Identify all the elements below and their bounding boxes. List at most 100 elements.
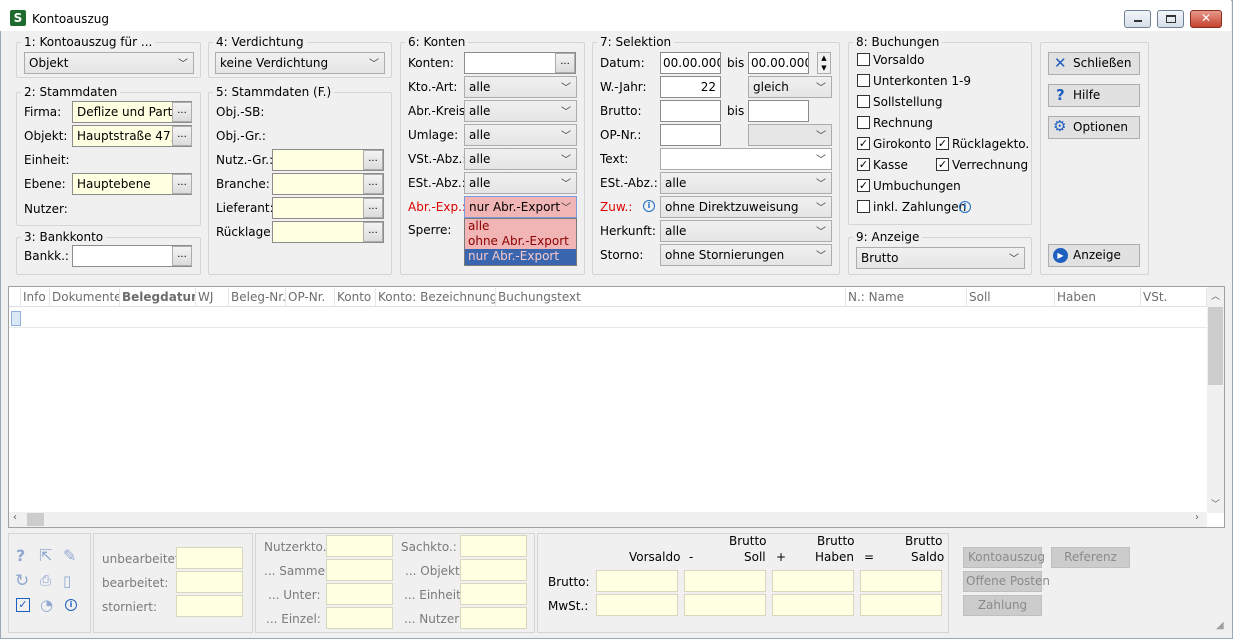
dropdown-option[interactable]: ohne Abr.-Export xyxy=(465,234,576,249)
branche-browse-button[interactable]: ... xyxy=(363,174,383,194)
opnr-select[interactable]: ﹀ xyxy=(748,124,832,146)
dropdown-option-selected[interactable]: nur Abr.-Export xyxy=(465,249,576,265)
column-header[interactable]: Dokumente xyxy=(50,288,120,307)
column-header[interactable]: Haben xyxy=(1055,288,1141,307)
girokonto-checkbox[interactable]: ✓ xyxy=(857,137,870,150)
chart-icon[interactable]: ◔ xyxy=(40,596,53,614)
column-header[interactable]: Beleg-Nr. xyxy=(229,288,286,307)
zahlung-button[interactable]: Zahlung xyxy=(963,595,1042,616)
date-spinner[interactable]: ▲ ▼ xyxy=(817,52,831,74)
abrexp-select[interactable]: nur Abr.-Export ﹀ xyxy=(464,196,577,218)
column-header[interactable]: Soll xyxy=(967,288,1055,307)
abrkreis-select[interactable]: alle ﹀ xyxy=(464,100,577,122)
sollstellung-checkbox[interactable] xyxy=(857,95,870,108)
optionen-button[interactable]: ⚙ Optionen xyxy=(1048,116,1140,139)
ruecklage-browse-button[interactable]: ... xyxy=(363,222,383,242)
horizontal-scrollbar[interactable]: ‹ › xyxy=(9,512,1207,527)
help-icon[interactable]: ? xyxy=(16,546,25,565)
soll-brutto-value xyxy=(684,570,766,592)
datum-from-field[interactable]: 00.00.0000 xyxy=(660,52,721,74)
objekt-browse-button[interactable]: ... xyxy=(172,126,192,146)
document-icon[interactable]: ▯ xyxy=(63,572,71,590)
storno-select[interactable]: ohne Stornierungen ﹀ xyxy=(660,244,832,266)
kontoauszug-button[interactable]: Kontoauszug xyxy=(963,547,1045,568)
brutto-soll-header: Soll xyxy=(744,550,766,564)
maximize-button[interactable] xyxy=(1157,10,1184,28)
text-combo[interactable]: ﹀ xyxy=(660,148,832,170)
lieferant-browse-button[interactable]: ... xyxy=(363,198,383,218)
anzeige-select[interactable]: Brutto ﹀ xyxy=(856,247,1025,269)
brutto-from-field[interactable] xyxy=(660,100,721,122)
column-header[interactable]: Konto: Bezeichnung xyxy=(376,288,496,307)
unterkonten-checkbox[interactable] xyxy=(857,74,870,87)
scroll-right-icon[interactable]: › xyxy=(1195,512,1199,523)
vertical-scrollbar[interactable]: ︿ ﹀ xyxy=(1207,287,1224,513)
kontoauszug-fuer-select[interactable]: Objekt ﹀ xyxy=(24,52,194,74)
refresh-icon[interactable]: ↻ xyxy=(15,571,29,591)
ebene-browse-button[interactable]: ... xyxy=(172,174,192,194)
nutzgr-browse-button[interactable]: ... xyxy=(363,150,383,170)
girokonto-label: Girokonto xyxy=(873,137,932,151)
scrollbar-thumb[interactable] xyxy=(27,513,44,526)
pencil-icon[interactable]: ✎ xyxy=(63,546,76,565)
column-header[interactable]: WJ xyxy=(196,288,229,307)
scrollbar-thumb[interactable] xyxy=(1208,307,1223,385)
info-icon[interactable]: i xyxy=(65,599,77,611)
print-icon[interactable]: ⎙ xyxy=(40,573,51,589)
kasse-checkbox[interactable]: ✓ xyxy=(857,158,870,171)
info-icon[interactable]: i xyxy=(643,200,655,212)
checklist-icon[interactable]: ✓ xyxy=(16,598,30,612)
firma-browse-button[interactable]: ... xyxy=(172,102,192,122)
zuw-select[interactable]: ohne Direktzuweisung ﹀ xyxy=(660,196,832,218)
wjahr-field[interactable]: 22 xyxy=(660,76,721,98)
schliessen-button[interactable]: ✕ Schließen xyxy=(1048,52,1140,75)
umbuchungen-checkbox[interactable]: ✓ xyxy=(857,179,870,192)
vstabz-select[interactable]: alle ﹀ xyxy=(464,148,577,170)
datum-to-field[interactable]: 00.00.0000 xyxy=(748,52,809,74)
cursor-icon[interactable]: ⇱ xyxy=(39,546,52,565)
wjahr-operator-select[interactable]: gleich ﹀ xyxy=(748,76,832,98)
bankk-browse-button[interactable]: ... xyxy=(172,246,192,266)
dropdown-option[interactable]: alle xyxy=(465,219,576,234)
opnr-field[interactable] xyxy=(660,124,721,146)
info-icon[interactable]: i xyxy=(959,201,971,213)
close-window-button[interactable]: ✕ xyxy=(1190,10,1222,28)
brutto-to-field[interactable] xyxy=(748,100,809,122)
rechnung-checkbox[interactable] xyxy=(857,116,870,129)
column-header[interactable]: Info xyxy=(21,288,50,307)
scroll-up-icon[interactable]: ︿ xyxy=(1211,289,1220,302)
column-header-sorted[interactable]: Belegdatum xyxy=(120,288,196,307)
column-header[interactable]: Konto xyxy=(335,288,376,307)
estabz-select[interactable]: alle ﹀ xyxy=(464,172,577,194)
ktoart-select[interactable]: alle ﹀ xyxy=(464,76,577,98)
abrexp-label: Abr.-Exp.: xyxy=(408,200,466,214)
vorsaldo-checkbox[interactable] xyxy=(857,53,870,66)
umlage-select[interactable]: alle ﹀ xyxy=(464,124,577,146)
ruecklage-label: Rücklage: xyxy=(216,225,275,239)
column-header[interactable]: Buchungstext xyxy=(496,288,846,307)
vorsaldo-label: Vorsaldo xyxy=(873,53,925,67)
ruecklagekto-checkbox[interactable]: ✓ xyxy=(936,137,949,150)
inkl-zahlungen-checkbox[interactable] xyxy=(857,200,870,213)
anzeige-button[interactable]: ▶ Anzeige xyxy=(1048,244,1140,267)
konten-browse-button[interactable]: ... xyxy=(555,53,575,73)
offene-posten-button[interactable]: Offene Posten xyxy=(963,571,1050,592)
herkunft-select[interactable]: alle ﹀ xyxy=(660,220,832,242)
minimize-button[interactable] xyxy=(1124,10,1151,28)
hilfe-button[interactable]: ? Hilfe xyxy=(1048,84,1140,107)
column-header[interactable]: VSt. xyxy=(1141,288,1207,307)
ebene-label: Ebene: xyxy=(24,177,66,191)
selektion-estabz-select[interactable]: alle ﹀ xyxy=(660,172,832,194)
column-header[interactable]: N.: Name xyxy=(846,288,967,307)
scroll-down-icon[interactable]: ﹀ xyxy=(1211,497,1220,510)
verrechnung-checkbox[interactable]: ✓ xyxy=(936,158,949,171)
table-row[interactable] xyxy=(9,308,1207,328)
resize-grip-icon[interactable]: ◢ xyxy=(1216,620,1224,631)
lieferant-label: Lieferant: xyxy=(216,201,274,215)
referenz-button[interactable]: Referenz xyxy=(1051,547,1130,568)
scroll-left-icon[interactable]: ‹ xyxy=(13,512,17,523)
row-selector[interactable] xyxy=(11,311,21,326)
ruecklagekto-label: Rücklagekto. xyxy=(952,137,1030,151)
column-header[interactable]: OP-Nr. xyxy=(286,288,335,307)
verdichtung-select[interactable]: keine Verdichtung ﹀ xyxy=(215,52,385,74)
